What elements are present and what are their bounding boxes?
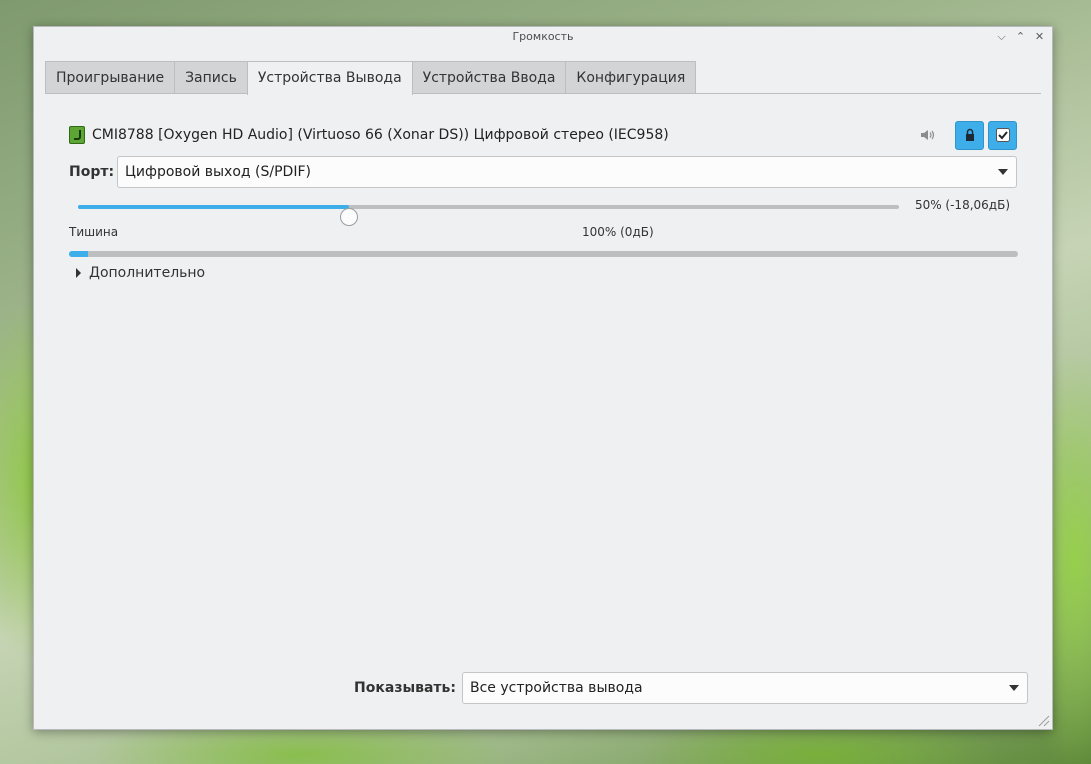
speaker-icon — [921, 130, 935, 140]
show-select[interactable]: Все устройства вывода — [462, 672, 1028, 704]
tab-bar: Проигрывание Запись Устройства Вывода Ус… — [45, 61, 697, 95]
tab-divider — [45, 93, 1041, 94]
device-header: CMI8788 [Oxygen HD Audio] (Virtuoso 66 (… — [69, 120, 1017, 150]
titlebar[interactable]: Громкость ⌵ ⌃ ✕ — [34, 27, 1052, 47]
volume-window: Громкость ⌵ ⌃ ✕ Проигрывание Запись Устр… — [33, 26, 1053, 730]
tab-output-devices[interactable]: Устройства Вывода — [246, 61, 413, 95]
minimize-button[interactable]: ⌵ — [995, 27, 1008, 47]
lock-channels-button[interactable] — [955, 120, 984, 150]
chevron-down-icon — [998, 169, 1008, 175]
expand-arrow-icon — [76, 268, 81, 278]
volume-slider-handle[interactable] — [339, 208, 358, 226]
mute-toggle[interactable] — [919, 126, 937, 144]
volume-value: 50% (-18,06дБ) — [914, 198, 1010, 212]
tab-input-devices[interactable]: Устройства Ввода — [411, 61, 567, 94]
tab-playback[interactable]: Проигрывание — [45, 61, 176, 94]
port-select-value: Цифровой выход (S/PDIF) — [125, 164, 311, 180]
volume-slider-row: 50% (-18,06дБ) — [78, 195, 1010, 226]
show-select-value: Все устройства вывода — [470, 680, 643, 696]
device-name: CMI8788 [Oxygen HD Audio] (Virtuoso 66 (… — [92, 127, 669, 143]
port-row: Порт: Цифровой выход (S/PDIF) — [69, 155, 1017, 189]
window-title: Громкость — [512, 30, 574, 43]
port-select[interactable]: Цифровой выход (S/PDIF) — [117, 156, 1017, 188]
tab-recording[interactable]: Запись — [174, 61, 248, 94]
set-default-button[interactable] — [988, 120, 1017, 150]
peak-meter — [69, 251, 1018, 257]
mark-silence: Тишина — [69, 225, 119, 239]
volume-slider-fill — [78, 205, 349, 209]
advanced-label: Дополнительно — [89, 265, 206, 281]
show-filter-row: Показывать: Все устройства вывода — [354, 672, 1028, 704]
peak-meter-fill — [69, 251, 88, 257]
audio-card-icon — [69, 126, 85, 144]
lock-icon — [965, 128, 974, 141]
maximize-button[interactable]: ⌃ — [1014, 27, 1027, 47]
chevron-down-icon — [1009, 685, 1019, 691]
port-label: Порт: — [69, 164, 115, 180]
tab-configuration[interactable]: Конфигурация — [565, 61, 697, 94]
volume-slider[interactable] — [78, 205, 899, 226]
mark-100-percent: 100% (0дБ) — [582, 225, 654, 239]
check-icon — [995, 128, 1010, 142]
advanced-expander[interactable]: Дополнительно — [76, 263, 205, 283]
show-label: Показывать: — [354, 680, 456, 696]
volume-marks: Тишина 100% (0дБ) — [69, 225, 1017, 241]
close-button[interactable]: ✕ — [1033, 27, 1046, 47]
resize-grip-icon[interactable] — [1038, 715, 1050, 727]
